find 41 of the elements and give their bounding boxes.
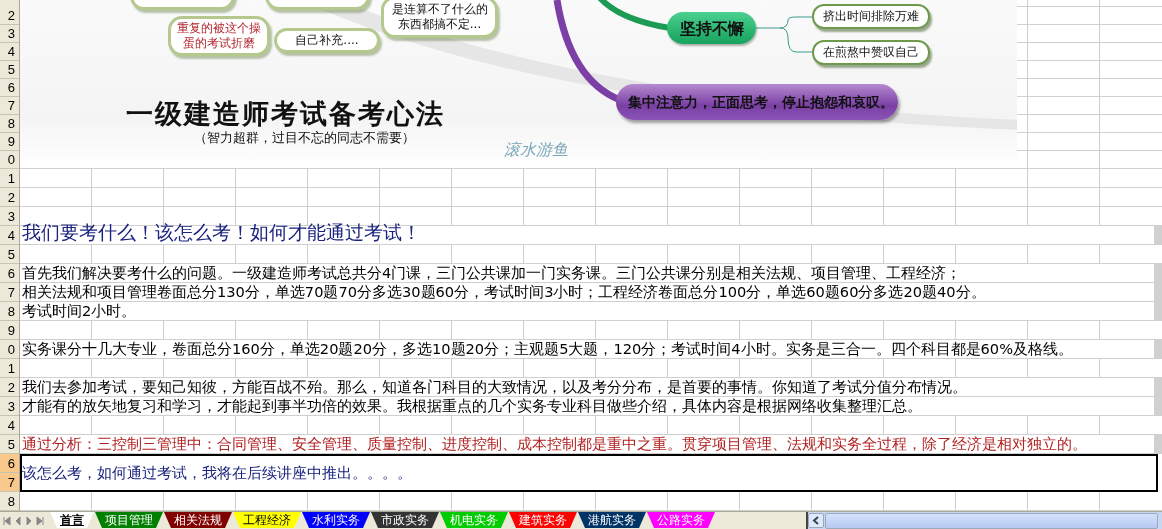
mind-map-node: 坚持不懈 [667,12,756,44]
arrow-icon [2,515,12,526]
mind-map-bubble: 是连算不了什么的东西都搞不定... [381,0,498,38]
cell-text: 该怎么考，如何通过考试，我将在后续讲座中推出。。。。 [21,463,412,482]
mind-map-bubble: 重复的被这个操蛋的考试折磨 [168,16,270,56]
mind-map-title: 一级建造师考试备考心法 [126,97,445,131]
mind-map-node: 挤出时间排除万难 [812,4,930,29]
row-header[interactable]: 7 [0,473,19,492]
sheet-tab[interactable]: 工程经济 [233,512,301,528]
row-header[interactable]: 6 [0,454,19,473]
first-sheet-button[interactable] [2,514,12,527]
chevron-left-icon [812,516,820,525]
cell-text: 考试时间2小时。 [21,302,137,320]
sheet-tab[interactable]: 水利实务 [302,512,370,528]
last-sheet-button[interactable] [35,514,45,527]
sheet-tab[interactable]: 首言 [50,512,94,528]
author-signature: 滚水游鱼 [504,140,568,161]
cell-text: 相关法规和项目管理卷面总分130分，单选70题70分多选30题60分，考试时间3小时；工程经济卷面总分100分，单选60题60分多选20题40分。 [21,283,986,301]
cell-text: 首先我们解决要考什么的问题。一级建造师考试总共分4门课，三门公共课加一门实务课。三门公共课分别是相关法规、项目管理、工程经济； [21,264,962,282]
sheet-heading: 我们要考什么！该怎么考！如何才能通过考试！ [21,222,421,244]
mind-map-node: 集中注意力，正面思考，停止抱怨和哀叹。 [616,84,898,120]
selected-cell[interactable]: 该怎么考，如何通过考试，我将在后续讲座中推出。。。。 [20,454,1158,492]
mind-map-subtitle: （智力超群，过目不忘的同志不需要） [194,130,415,147]
cell-text: 实务课分十几大专业，卷面总分160分，单选20题20分，多选10题20分；主观题5大题，120分；考试时间4小时。实务是三合一。四个科目都是60%及格线。 [21,340,1073,358]
mind-map-node: 在煎熬中赞叹自己 [812,40,930,65]
arrow-icon [13,515,23,526]
cell-text: 我们去参加考试，要知己知彼，方能百战不殆。那么，知道各门科目的大致情况，以及考分分布，是首要的事情。你知道了考试分值分布情况。 [21,378,967,396]
sheet-tab[interactable]: 相关法规 [164,512,232,528]
mind-map-bubble: 自己补充.... [274,28,380,53]
cell-text: 才能有的放矢地复习和学习，才能起到事半功倍的效果。我根据重点的几个实务专业科目做些介绍，具体内容是根据网络收集整理汇总。 [21,397,922,415]
scroll-left-button[interactable] [808,513,824,528]
next-sheet-button[interactable] [24,514,34,527]
sheet-tab[interactable]: 市政实务 [371,512,439,528]
previous-sheet-button[interactable] [13,514,23,527]
sheet-tab[interactable]: 项目管理 [95,512,163,528]
highlighted-note: 通过分析：三控制三管理中：合同管理、安全管理、质量控制、进度控制、成本控制都是重中之重。贯穿项目管理、法规和实务全过程，除了经济是相对独立的。 [21,435,1087,453]
row-header[interactable] [0,0,20,7]
arrow-icon [24,515,34,526]
sheet-tab[interactable]: 港航实务 [578,512,646,528]
arrow-icon [35,515,45,526]
sheet-tab[interactable]: 建筑实务 [509,512,577,528]
